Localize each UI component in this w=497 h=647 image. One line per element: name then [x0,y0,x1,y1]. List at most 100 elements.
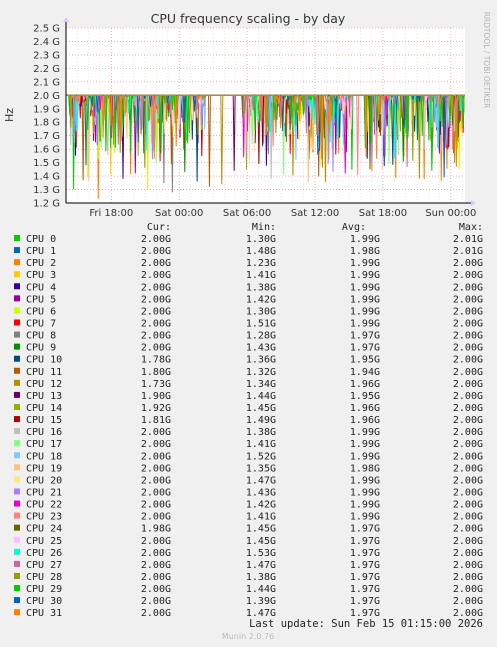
legend-avg: 1.96G [350,415,380,426]
legend-cur: 2.00G [141,318,171,329]
legend-name: CPU 31 [26,608,62,619]
legend-min: 1.41G [246,512,276,523]
legend-swatch [14,609,20,616]
legend-max: 2.00G [453,318,483,329]
x-tick-label: Sat 12:00 [291,208,339,219]
legend-max: 2.00G [453,524,483,535]
legend-cur: 2.00G [141,548,171,559]
rrdtool-credit: RRDTOOL / TOBI OETIKER [482,12,491,109]
legend-name: CPU 16 [26,427,62,438]
y-tick-label: 1.7 G [33,131,60,142]
legend-avg: 1.97G [350,524,380,535]
legend-name: CPU 26 [26,548,62,559]
legend-min: 1.44G [246,391,276,402]
x-tick-label: Sat 18:00 [359,208,407,219]
legend-name: CPU 5 [26,294,56,305]
legend-name: CPU 30 [26,596,62,607]
legend-header-min: Min: [252,222,276,233]
legend-max: 2.00G [453,343,483,354]
legend-name: CPU 29 [26,584,62,595]
legend-min: 1.35G [246,463,276,474]
legend-min: 1.41G [246,439,276,450]
legend-avg: 1.99G [350,294,380,305]
legend-cur: 2.00G [141,500,171,511]
legend-swatch [14,379,20,386]
legend-cur: 1.90G [141,391,171,402]
legend-cur: 2.00G [141,439,171,450]
legend-name: CPU 25 [26,536,62,547]
legend-avg: 1.99G [350,512,380,523]
legend-name: CPU 27 [26,560,62,571]
legend-max: 2.00G [453,427,483,438]
legend-avg: 1.97G [350,584,380,595]
x-tick-label: Sat 00:00 [155,208,203,219]
legend-max: 2.00G [453,475,483,486]
legend-min: 1.39G [246,596,276,607]
legend-cur: 2.00G [141,246,171,257]
legend-swatch [14,428,20,435]
legend-swatch [14,452,20,459]
legend-avg: 1.95G [350,355,380,366]
legend-swatch [14,597,20,604]
plot-area: 1.2 G 1.3 G 1.4 G 1.5 G 1.6 G 1.7 G 1.8 G 1.9 G… [33,17,476,219]
legend-cur: 2.00G [141,234,171,245]
legend-cur: 2.00G [141,512,171,523]
y-tick-label: 1.2 G [33,199,60,210]
y-tick-label: 1.6 G [33,145,60,156]
legend-max: 2.00G [453,596,483,607]
legend-cur: 2.00G [141,475,171,486]
munin-version: Munin 2.0.76 [222,632,274,641]
legend-max: 2.00G [453,306,483,317]
legend-swatch [14,355,20,362]
legend-cur: 2.00G [141,572,171,583]
legend-name: CPU 18 [26,451,62,462]
legend-min: 1.42G [246,500,276,511]
y-axis-label: Hz [3,108,16,122]
legend-max: 2.00G [453,548,483,559]
legend-avg: 1.96G [350,379,380,390]
legend-min: 1.53G [246,548,276,559]
legend-name: CPU 22 [26,500,62,511]
legend-min: 1.48G [246,246,276,257]
legend-name: CPU 12 [26,379,62,390]
legend-min: 1.36G [246,355,276,366]
y-tick-label: 1.4 G [33,172,60,183]
legend-name: CPU 7 [26,318,56,329]
legend-avg: 1.97G [350,596,380,607]
legend-header-avg: Avg: [342,222,366,233]
legend-min: 1.45G [246,403,276,414]
legend-max: 2.00G [453,584,483,595]
legend-name: CPU 6 [26,306,56,317]
legend-cur: 2.00G [141,608,171,619]
legend-swatch [14,440,20,447]
legend-swatch [14,235,20,241]
legend-name: CPU 4 [26,282,56,293]
legend-avg: 1.99G [350,306,380,317]
legend-max: 2.00G [453,451,483,462]
legend-cur: 1.81G [141,415,171,426]
legend-cur: 2.00G [141,306,171,317]
legend-cur: 2.00G [141,463,171,474]
legend-cur: 2.00G [141,427,171,438]
legend-avg: 1.98G [350,463,380,474]
legend-cur: 2.00G [141,294,171,305]
legend-cur: 2.00G [141,560,171,571]
legend-max: 2.00G [453,572,483,583]
y-tick-label: 2.0 G [33,91,60,102]
legend-avg: 1.99G [350,318,380,329]
legend-swatch [14,512,20,519]
y-tick-label: 1.5 G [33,158,60,169]
legend-swatch [14,367,20,374]
legend-min: 1.47G [246,560,276,571]
legend-avg: 1.94G [350,367,380,378]
legend-name: CPU 8 [26,331,56,342]
legend-avg: 1.97G [350,343,380,354]
legend-min: 1.43G [246,343,276,354]
legend-swatch [14,524,20,531]
legend-min: 1.23G [246,258,276,269]
legend-avg: 1.95G [350,391,380,402]
legend-avg: 1.96G [350,403,380,414]
legend-name: CPU 20 [26,475,62,486]
y-tick-label: 2.2 G [33,64,60,75]
legend-max: 2.00G [453,282,483,293]
